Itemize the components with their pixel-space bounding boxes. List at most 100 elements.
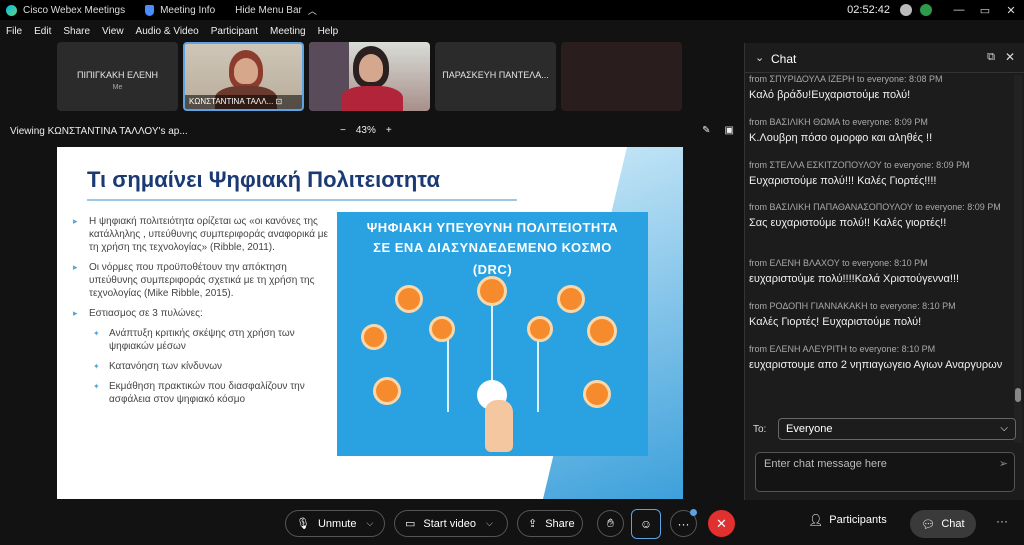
close-icon[interactable]: ✕: [1005, 50, 1015, 64]
hide-menu-bar-button[interactable]: Hide Menu Bar ︿: [235, 4, 317, 17]
close-window-button[interactable]: ✕: [998, 4, 1024, 17]
participant-tile-paraskevi[interactable]: ΠΑΡΑΣΚΕΥΗ ΠΑΝΤΕΛΑ...: [435, 42, 556, 111]
person-node-icon: [361, 324, 387, 350]
participant-me-label: Me: [112, 84, 123, 91]
message-text: ευχαριστούμε πολύ!!!!Καλά Χριστούγεννα!!…: [749, 273, 960, 285]
chat-messages[interactable]: from ΣΠΥΡΙΔΟΥΛΑ ΙΖΕΡΗ to everyone: 8:08 …: [745, 73, 1015, 443]
share-button[interactable]: ⇪ Share: [517, 510, 583, 537]
chat-button[interactable]: 💬︎ Chat: [910, 510, 976, 538]
participant-tile-video[interactable]: [309, 42, 430, 111]
start-video-button[interactable]: ▭ Start video ⌵: [394, 510, 508, 537]
collapse-chevron-icon[interactable]: ⌄: [755, 51, 764, 64]
reactions-button[interactable]: ☺: [631, 509, 661, 539]
menu-participant[interactable]: Participant: [211, 26, 258, 37]
view-options-icon[interactable]: ▣: [725, 125, 734, 136]
network-signal-icon[interactable]: [920, 4, 932, 16]
annotate-icon[interactable]: ✎: [702, 125, 710, 136]
chevron-down-icon: ⌵: [1000, 423, 1008, 434]
participant-name: ΠΑΡΑΣΚΕΥΗ ΠΑΝΤΕΛΑ...: [442, 70, 549, 80]
person-node-icon: [477, 276, 507, 306]
start-video-label: Start video: [423, 517, 476, 530]
chat-scroll-thumb[interactable]: [1015, 388, 1021, 402]
participants-button[interactable]: 👤︎ Participants: [808, 513, 887, 527]
close-icon: ✕: [716, 515, 727, 531]
participant-video-body: [341, 86, 403, 111]
menu-view[interactable]: View: [102, 26, 124, 37]
message-meta: from ΣΠΥΡΙΔΟΥΛΑ ΙΖΕΡΗ to everyone: 8:08 …: [749, 74, 943, 84]
drc-heading-line3: (DRC): [472, 262, 513, 277]
app-name-item: Cisco Webex Meetings: [0, 4, 125, 16]
pop-out-icon[interactable]: ⧉: [987, 51, 995, 64]
meeting-controls: 🎙︎ Unmute ⌵ ▭ Start video ⌵ ⇪ Share ✋︎ ☺…: [0, 502, 1024, 545]
zoom-in-button[interactable]: +: [386, 125, 392, 136]
chat-title: Chat: [771, 52, 797, 66]
meeting-clock: 02:52:42: [847, 4, 890, 16]
menu-audio-video[interactable]: Audio & Video: [136, 26, 199, 37]
shield-icon: [145, 4, 155, 16]
message-meta: from ΣΤΕΛΛΑ ΕΣΚΙΤΖΟΠΟΥΛΟΥ to everyone: 8…: [749, 160, 970, 170]
message-text: Καλές Γιορτές! Ευχαριστούμε πολύ!: [749, 316, 922, 328]
participant-name: ΠΙΠΙΓΚΑΚΗ ΕΛΕΝΗ: [77, 70, 158, 80]
share-viewing-bar: Viewing ΚΩΝΣΤΑΝΤΙΝΑ ΤΑΛΛΟΥ's ap... − 43%…: [0, 120, 744, 144]
webex-logo-icon: [6, 4, 17, 16]
more-options-label: ···: [677, 516, 690, 531]
chevron-down-icon[interactable]: ⌵: [486, 518, 493, 529]
notification-badge: [690, 509, 697, 516]
menu-file[interactable]: File: [6, 26, 22, 37]
maximize-button[interactable]: ▭: [972, 4, 998, 17]
person-node-icon: [587, 316, 617, 346]
title-bar-right: 02:52:42 — ▭ ✕: [847, 0, 1024, 20]
chat-bubble-icon: 💬︎: [921, 518, 936, 531]
participant-tile-dark[interactable]: [561, 42, 682, 111]
menu-edit[interactable]: Edit: [34, 26, 51, 37]
chat-input-placeholder: Enter chat message here: [764, 458, 887, 470]
sub-bullet-item: Ανάπτυξη κριτικής σκέψης στη χρήση των ψ…: [73, 327, 333, 353]
unmute-button[interactable]: 🎙︎ Unmute ⌵: [285, 510, 385, 537]
participant-tile-self[interactable]: ΠΙΠΙΓΚΑΚΗ ΕΛΕΝΗ Me: [57, 42, 178, 111]
zoom-level[interactable]: 43%: [356, 125, 376, 136]
participant-video-face: [359, 54, 383, 82]
recipient-select[interactable]: Everyone ⌵: [778, 418, 1016, 440]
mic-muted-icon: 🎙︎: [296, 518, 310, 530]
webex-window: Cisco Webex Meetings Meeting Info Hide M…: [0, 0, 1024, 545]
participant-tile-active-speaker[interactable]: ΚΩΝΣΤΑΝΤΙΝΑ ΤΑΛΛ... ⊡: [183, 42, 304, 111]
chat-message: from ΣΠΥΡΙΔΟΥΛΑ ΙΖΕΡΗ to everyone: 8:08 …: [749, 73, 1011, 103]
screen-share-icon: ⊡: [275, 97, 283, 106]
slide-title: Τι σημαίνει Ψηφιακή Πολιτειοτητα: [87, 167, 441, 192]
participant-name: ΚΩΝΣΤΑΝΤΙΝΑ ΤΑΛΛ...: [189, 97, 274, 106]
send-icon[interactable]: ➢: [999, 457, 1008, 470]
more-panels-button[interactable]: ···: [996, 514, 1008, 528]
chat-panel: ⌄ Chat ⧉ ✕ from ΣΠΥΡΙΔΟΥΛΑ ΙΖΕΡΗ to ever…: [744, 43, 1024, 500]
zoom-out-button[interactable]: −: [340, 125, 346, 136]
drc-heading-line2: ΣΕ ΕΝΑ ΔΙΑΣΥΝΔΕΔΕΜΕΝΟ ΚΟΣΜΟ: [373, 240, 612, 255]
menu-help[interactable]: Help: [318, 26, 339, 37]
message-text: Καλό βράδυ!Ευχαριστούμε πολύ!: [749, 89, 911, 101]
bullet-item: Οι νόρμες που προϋποθέτουν την απόκτηση …: [73, 261, 333, 300]
viewing-icons: ✎ ▣: [702, 125, 734, 136]
raise-hand-button[interactable]: ✋︎: [597, 510, 624, 537]
bullet-item: Η ψηφιακή πολιτειότητα ορίζεται ως «οι κ…: [73, 215, 333, 254]
person-node-icon: [557, 285, 585, 313]
meeting-info-button[interactable]: Meeting Info: [145, 4, 215, 16]
share-icon: ⇪: [528, 518, 538, 530]
person-node-icon: [373, 377, 401, 405]
share-label: Share: [545, 517, 575, 530]
hand-icon: ✋︎: [607, 516, 614, 530]
message-text: Κ.Λουβρη πόσο ομορφο και αληθές !!: [749, 132, 933, 144]
chat-input[interactable]: Enter chat message here ➢: [755, 452, 1015, 492]
video-off-icon: ▭: [405, 518, 416, 530]
slide-bullets: Η ψηφιακή πολιτειότητα ορίζεται ως «οι κ…: [73, 215, 333, 413]
end-meeting-button[interactable]: ✕: [708, 510, 735, 537]
message-meta: from ΕΛΕΝΗ ΑΛΕΥΡΙΤΗ to everyone: 8:10 PM: [749, 344, 936, 354]
message-text: ευχαριστουμε απο 2 νηπιαγωγειο Αγιων Ανα…: [749, 359, 1003, 371]
message-meta: from ΒΑΣΙΛΙΚΗ ΠΑΠΑΘΑΝΑΣΟΠΟΥΛΟΥ to everyo…: [749, 202, 1001, 212]
unmute-label: Unmute: [317, 517, 357, 530]
title-underline: [87, 199, 517, 201]
recipient-row: To: Everyone ⌵: [745, 416, 1024, 442]
zoom-controls: − 43% +: [340, 125, 392, 136]
menu-meeting[interactable]: Meeting: [270, 26, 306, 37]
minimize-button[interactable]: —: [946, 4, 972, 16]
viewing-title: Viewing ΚΩΝΣΤΑΝΤΙΝΑ ΤΑΛΛΟΥ's ap...: [10, 126, 188, 137]
menu-share[interactable]: Share: [63, 26, 90, 37]
chevron-down-icon[interactable]: ⌵: [367, 518, 374, 529]
